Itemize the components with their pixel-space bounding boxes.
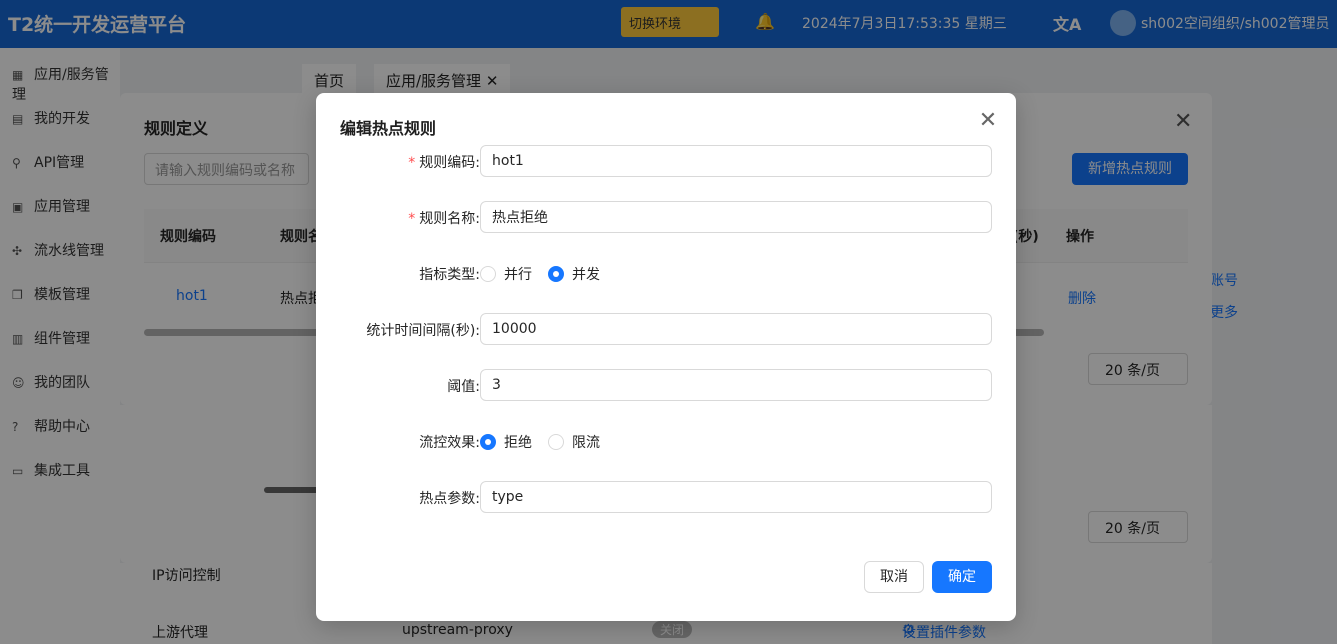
form-row-effect: 流控效果: 拒绝 限流 bbox=[316, 425, 1016, 457]
form-row-threshold: 阈值: bbox=[316, 369, 1016, 401]
radio-circle[interactable] bbox=[548, 266, 564, 282]
threshold-input[interactable] bbox=[480, 369, 992, 401]
field-label: 统计时间间隔(秒): bbox=[366, 323, 480, 339]
field-label: 指标类型: bbox=[419, 267, 480, 283]
form-row-param: 热点参数: bbox=[316, 481, 1016, 513]
hotspot-param-input[interactable] bbox=[480, 481, 992, 513]
field-label: 阈值: bbox=[447, 379, 480, 395]
rule-code-input[interactable] bbox=[480, 145, 992, 177]
required-marker: * bbox=[408, 211, 416, 227]
interval-input[interactable] bbox=[480, 313, 992, 345]
radio-parallel[interactable]: 并行 bbox=[480, 264, 532, 284]
rule-name-input[interactable] bbox=[480, 201, 992, 233]
radio-circle[interactable] bbox=[548, 434, 564, 450]
close-icon[interactable]: ✕ bbox=[976, 109, 1000, 133]
form-row-code: * 规则编码: bbox=[316, 145, 1016, 177]
dialog-title: 编辑热点规则 bbox=[340, 119, 437, 138]
field-label: * 规则名称: bbox=[408, 211, 480, 227]
edit-hotspot-rule-dialog: 编辑热点规则 ✕ *规则编码: *规则名称: 指标类型: 并行 并发 统计时间间… bbox=[316, 93, 1016, 621]
cancel-button[interactable]: 取消 bbox=[864, 561, 924, 593]
radio-circle[interactable] bbox=[480, 434, 496, 450]
radio-concurrent[interactable]: 并发 bbox=[548, 264, 600, 284]
required-marker: * bbox=[408, 155, 416, 171]
field-label: 热点参数: bbox=[419, 491, 480, 507]
radio-circle[interactable] bbox=[480, 266, 496, 282]
form-row-metric-type: 指标类型: 并行 并发 bbox=[316, 257, 1016, 289]
form-row-name: * 规则名称: bbox=[316, 201, 1016, 233]
radio-reject[interactable]: 拒绝 bbox=[480, 432, 532, 452]
form-row-interval: 统计时间间隔(秒): bbox=[316, 313, 1016, 345]
field-label: 流控效果: bbox=[419, 435, 480, 451]
radio-throttle[interactable]: 限流 bbox=[548, 432, 600, 452]
field-label: * 规则编码: bbox=[408, 155, 480, 171]
confirm-button[interactable]: 确定 bbox=[932, 561, 992, 593]
